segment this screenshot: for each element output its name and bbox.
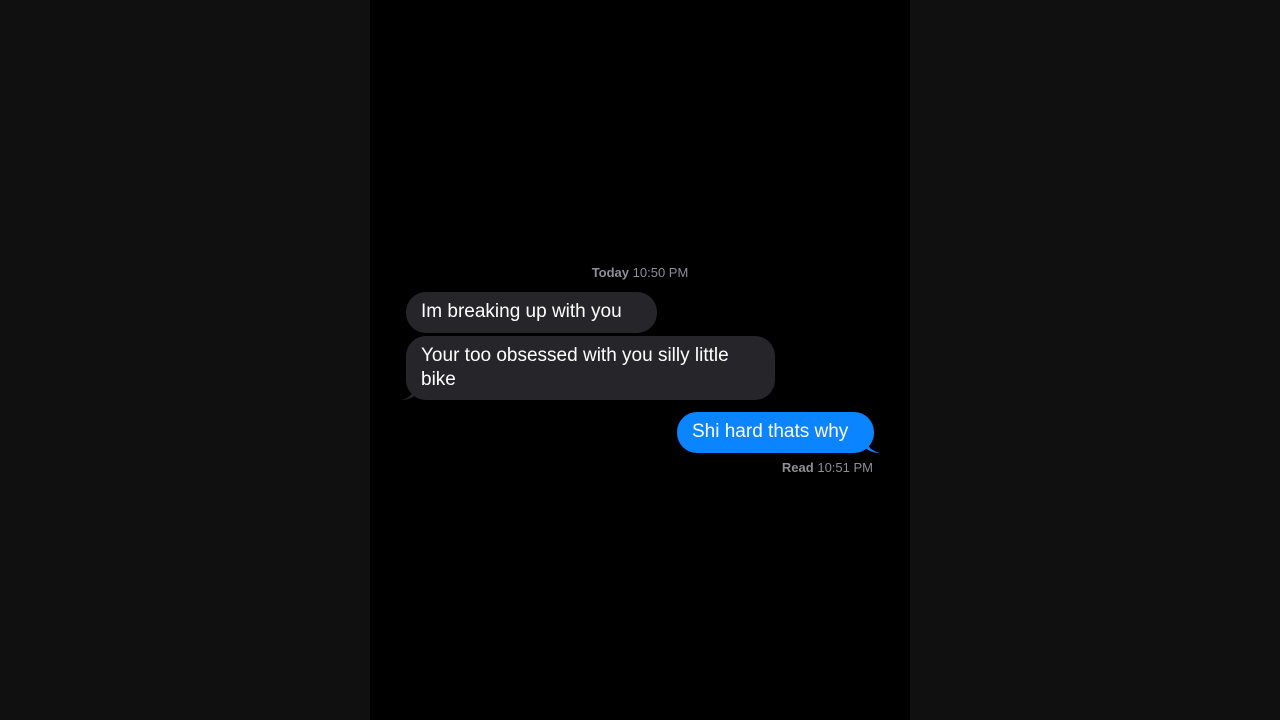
message-text: Shi hard thats why — [692, 421, 849, 442]
outgoing-message-bubble[interactable]: Shi hard thats why — [677, 412, 874, 453]
message-text: Your too obsessed with you silly little … — [421, 345, 729, 390]
incoming-bubble-tail — [401, 386, 415, 400]
incoming-message-bubble[interactable]: Im breaking up with you — [406, 292, 657, 333]
message-text: Im breaking up with you — [421, 301, 622, 322]
read-receipt-time: 10:51 PM — [817, 460, 873, 475]
read-receipt-label: Read — [781, 460, 814, 475]
message-thread[interactable]: Today 10:50 PM Im breaking up with you Y… — [370, 0, 910, 720]
letterbox-left — [0, 0, 370, 720]
letterbox-right — [910, 0, 1280, 720]
read-receipt: Read 10:51 PM — [782, 460, 873, 475]
outgoing-bubble-tail — [866, 439, 880, 453]
thread-timestamp: Today 10:50 PM — [370, 265, 910, 280]
timestamp-time: 10:50 PM — [632, 265, 689, 280]
incoming-message-bubble[interactable]: Your too obsessed with you silly little … — [406, 336, 775, 400]
timestamp-day: Today — [591, 265, 630, 280]
